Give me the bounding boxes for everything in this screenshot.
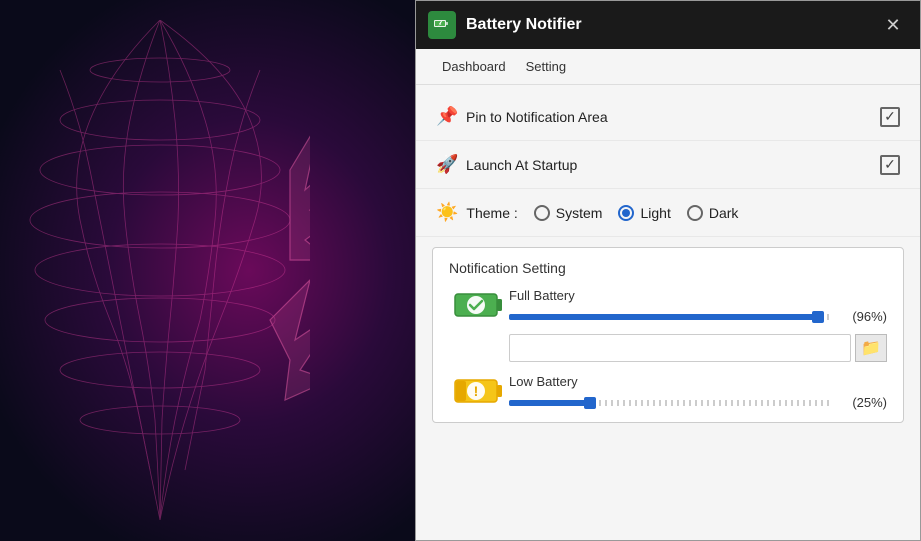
full-battery-section: Full Battery (96%) [449, 288, 887, 324]
svg-text:!: ! [474, 383, 479, 399]
low-battery-section: ! Low Battery (25%) [449, 374, 887, 410]
full-battery-name: Full Battery [509, 288, 887, 303]
theme-system-label: System [556, 205, 603, 221]
full-battery-slider-row: (96%) [509, 309, 887, 324]
theme-dark-label: Dark [709, 205, 739, 221]
low-battery-icon-wrap: ! [449, 376, 509, 408]
title-bar: Battery Notifier ✕ [416, 1, 920, 49]
background [0, 0, 415, 541]
low-battery-fill [509, 400, 590, 406]
full-battery-thumb [812, 311, 824, 323]
content-area: 📌 Pin to Notification Area 🚀 Launch At S… [416, 85, 920, 540]
app-window: Battery Notifier ✕ Dashboard Setting 📌 P… [415, 0, 921, 541]
theme-sun-icon: ☀️ [436, 202, 458, 223]
low-battery-slider-row: (25%) [509, 395, 887, 410]
pin-checkbox[interactable] [880, 107, 900, 127]
theme-radio-group: System Light Dark [534, 205, 739, 221]
launch-checkbox[interactable] [880, 155, 900, 175]
low-battery-value: (25%) [839, 395, 887, 410]
close-button[interactable]: ✕ [878, 10, 908, 40]
window-title: Battery Notifier [466, 16, 878, 34]
low-battery-icon: ! [454, 376, 504, 408]
app-icon [428, 11, 456, 39]
menu-setting[interactable]: Setting [516, 55, 576, 78]
low-battery-slider[interactable] [509, 400, 831, 406]
pin-label: Pin to Notification Area [466, 109, 880, 125]
mesh-decoration [10, 20, 310, 520]
full-battery-icon-wrap [449, 290, 509, 322]
low-battery-thumb [584, 397, 596, 409]
theme-system-radio[interactable] [534, 205, 550, 221]
launch-startup-row: 🚀 Launch At Startup [416, 141, 920, 189]
full-battery-info: Full Battery (96%) [509, 288, 887, 324]
low-battery-info: Low Battery (25%) [509, 374, 887, 410]
theme-dark-radio[interactable] [687, 205, 703, 221]
theme-light-label: Light [640, 205, 670, 221]
notification-setting-box: Notification Setting Full Battery [432, 247, 904, 423]
sound-file-input[interactable] [509, 334, 851, 362]
pin-icon: 📌 [436, 106, 466, 127]
theme-row: ☀️ Theme : System Light Dark [416, 189, 920, 237]
notification-title: Notification Setting [449, 260, 887, 276]
full-battery-value: (96%) [839, 309, 887, 324]
browse-button[interactable]: 📁 [855, 334, 887, 362]
file-input-row: 📁 [509, 334, 887, 362]
full-battery-slider[interactable] [509, 314, 831, 320]
launch-label: Launch At Startup [466, 157, 880, 173]
full-battery-icon [454, 290, 504, 322]
theme-dark-option[interactable]: Dark [687, 205, 739, 221]
theme-light-option[interactable]: Light [618, 205, 670, 221]
low-battery-name: Low Battery [509, 374, 887, 389]
theme-label: Theme : [466, 205, 517, 221]
pin-notification-row: 📌 Pin to Notification Area [416, 93, 920, 141]
theme-light-radio[interactable] [618, 205, 634, 221]
menu-dashboard[interactable]: Dashboard [432, 55, 516, 78]
launch-icon: 🚀 [436, 154, 466, 175]
full-battery-fill [509, 314, 818, 320]
folder-icon: 📁 [861, 338, 881, 358]
menu-bar: Dashboard Setting [416, 49, 920, 85]
theme-system-option[interactable]: System [534, 205, 603, 221]
